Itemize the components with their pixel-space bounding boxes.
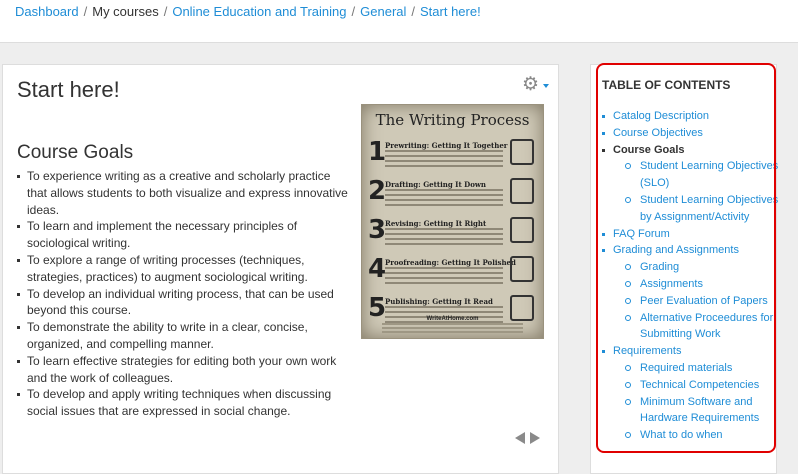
toc-sublink[interactable]: Student Learning Objectives (SLO) [640, 160, 778, 189]
section-heading: Course Goals [17, 142, 134, 163]
toc-sublink[interactable]: Assignments [640, 278, 703, 290]
bottom-nav-arrows [515, 432, 540, 444]
toc-subitem: What to do when [625, 427, 780, 444]
magnifier-icon [510, 256, 534, 282]
poster-step-text [385, 228, 503, 248]
poster-step: 1 Prewriting: Getting It Together [368, 137, 536, 177]
arrow-right-icon[interactable] [530, 432, 540, 444]
toc-subitem: Minimum Software and Hardware Requiremen… [625, 394, 780, 428]
toc-subitem: Student Learning Objectives by Assignmen… [625, 192, 780, 226]
breadcrumb-item[interactable]: General [360, 4, 406, 19]
list-item: To demonstrate the ability to write in a… [15, 319, 351, 353]
toc-sublink[interactable]: Minimum Software and Hardware Requiremen… [640, 396, 759, 425]
list-item: To learn effective strategies for editin… [15, 353, 351, 387]
page-title: Start here! [17, 77, 120, 102]
breadcrumb-bar: Dashboard / My courses / Online Education an… [0, 0, 798, 43]
toc-block: TABLE OF CONTENTS Catalog Description Cou… [590, 64, 780, 474]
poster-step-text [385, 189, 503, 209]
breadcrumb-separator: / [83, 4, 88, 19]
arrow-left-icon[interactable] [515, 432, 525, 444]
toc-sublink[interactable]: Peer Evaluation of Papers [640, 295, 768, 307]
poster-step-title: Drafting: Getting It Down [385, 180, 486, 189]
lightbulb-icon [510, 139, 534, 165]
toc-subitem: Peer Evaluation of Papers [625, 293, 780, 310]
poster-step-number: 2 [368, 176, 387, 206]
breadcrumb-item: My courses [92, 4, 159, 19]
toc-title: TABLE OF CONTENTS [602, 78, 731, 92]
list-item: To learn and implement the necessary pri… [15, 218, 351, 252]
poster-title: The Writing Process [375, 111, 530, 129]
toc-link[interactable]: FAQ Forum [613, 228, 670, 240]
toc-sublink[interactable]: Student Learning Objectives by Assignmen… [640, 194, 778, 223]
poster-fineprint [382, 321, 523, 333]
toc-subitem: Grading [625, 259, 780, 276]
breadcrumb-separator: / [411, 4, 416, 19]
toc-link[interactable]: Grading and Assignments [613, 244, 739, 256]
toc-sublist: Grading Assignments Peer Evaluation of Pap… [613, 259, 780, 343]
toc-item: Catalog Description [601, 108, 780, 125]
toc-sublink[interactable]: Required materials [640, 362, 732, 374]
poster-step-title: Proofreading: Getting It Polished [385, 258, 516, 267]
toc-subitem: Technical Competencies [625, 377, 780, 394]
toc-subitem: Assignments [625, 276, 780, 293]
toc-link: Course Goals [613, 143, 685, 156]
poster-step-text [385, 150, 503, 170]
toc-subitem: Required materials [625, 360, 780, 377]
poster-step: 3 Revising: Getting It Right [368, 215, 536, 255]
toc-link[interactable]: Requirements [613, 345, 681, 357]
poster-step-number: 3 [368, 215, 387, 245]
toc-sublink[interactable]: Grading [640, 261, 679, 273]
toc-subitem: Student Learning Objectives (SLO) [625, 158, 780, 192]
list-item: To develop and apply writing techniques … [15, 386, 351, 420]
poster-step-number: 4 [368, 254, 387, 284]
poster-step: 4 Proofreading: Getting It Polished [368, 254, 536, 294]
toc-sublist: Student Learning Objectives (SLO) Student… [613, 158, 780, 225]
toc-item: Requirements Required materials Technical … [601, 343, 780, 444]
poster-step-title: Publishing: Getting It Read [385, 297, 493, 306]
poster-step-title: Prewriting: Getting It Together [385, 141, 508, 150]
toc-sublink[interactable]: What to do when [640, 429, 723, 441]
poster-step: 2 Drafting: Getting It Down [368, 176, 536, 216]
toc-link[interactable]: Course Objectives [613, 127, 703, 139]
list-item: To experience writing as a creative and … [15, 168, 351, 218]
breadcrumb-separator: / [163, 4, 168, 19]
toc-sublink[interactable]: Technical Competencies [640, 379, 759, 391]
toc-subitem: Alternative Proceedures for Submitting W… [625, 310, 780, 344]
toc-sublist: Required materials Technical Competencies… [613, 360, 780, 444]
poster-step-text [385, 267, 503, 287]
list-item: To explore a range of writing processes … [15, 252, 351, 286]
breadcrumb-item[interactable]: Dashboard [15, 4, 79, 19]
toc-item: Grading and Assignments Grading Assignment… [601, 242, 780, 343]
writing-process-poster: The Writing Process 1 Prewriting: Getting… [361, 104, 544, 339]
list-item: To develop an individual writing process… [15, 286, 351, 320]
breadcrumb-item[interactable]: Start here! [420, 4, 481, 19]
edit-icon [510, 217, 534, 243]
breadcrumb-separator: / [351, 4, 356, 19]
chevron-down-icon [543, 84, 549, 88]
toc-item: Course Goals Student Learning Objectives … [601, 142, 780, 226]
gear-icon[interactable]: ⚙ [522, 75, 554, 95]
toc-sublink[interactable]: Alternative Proceedures for Submitting W… [640, 312, 773, 341]
breadcrumb: Dashboard / My courses / Online Education an… [15, 4, 481, 19]
toc-list: Catalog Description Course Objectives Cour… [601, 108, 780, 444]
toc-link[interactable]: Catalog Description [613, 110, 709, 122]
poster-step-title: Revising: Getting It Right [385, 219, 487, 228]
course-goals-list: To experience writing as a creative and … [15, 168, 351, 420]
toc-item: FAQ Forum [601, 226, 780, 243]
toc-item: Course Objectives [601, 125, 780, 142]
notepad-icon [510, 178, 534, 204]
breadcrumb-item[interactable]: Online Education and Training [172, 4, 346, 19]
poster-step-number: 1 [368, 137, 387, 167]
